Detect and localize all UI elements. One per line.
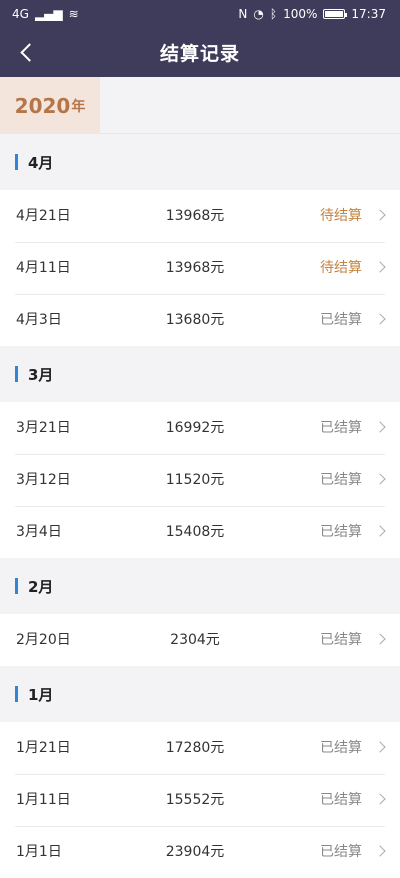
year-selector: 2020 年 bbox=[0, 77, 400, 134]
signal-icon: ▂▄▆ bbox=[34, 7, 63, 21]
month-label: 1月 bbox=[28, 685, 54, 704]
settlement-row[interactable]: 1月21日 17280元 已结算 bbox=[0, 722, 400, 774]
chevron-right-icon bbox=[374, 421, 386, 433]
settlement-amount: 13680元 bbox=[165, 312, 225, 328]
month-header: 4月 bbox=[0, 134, 400, 190]
month-group: 4月21日 13968元 待结算 4月11日 13968元 待结算 4月3日 13680元 已结… bbox=[0, 190, 400, 346]
chevron-left-icon bbox=[19, 42, 39, 62]
status-bar: 4G ▂▄▆ ≋ N ◔ ᛒ 100% 17:37 bbox=[0, 0, 400, 28]
chevron-right-icon bbox=[374, 741, 386, 753]
battery-percent: 100% bbox=[283, 7, 318, 21]
settlement-date: 3月12日 bbox=[16, 472, 71, 488]
chevron-right-icon bbox=[374, 473, 386, 485]
chevron-right-icon bbox=[374, 793, 386, 805]
month-group: 1月21日 17280元 已结算 1月11日 15552元 已结算 1月1日 23904元 已结… bbox=[0, 722, 400, 878]
settlement-date: 3月4日 bbox=[16, 524, 62, 540]
settlement-amount: 13968元 bbox=[165, 208, 225, 224]
chevron-right-icon bbox=[374, 633, 386, 645]
settlement-amount: 16992元 bbox=[165, 420, 225, 436]
month-header: 1月 bbox=[0, 666, 400, 722]
chevron-right-icon bbox=[374, 261, 386, 273]
settlement-status: 已结算 bbox=[320, 740, 362, 756]
month-marker bbox=[15, 154, 18, 170]
year-tab-2020[interactable]: 2020 年 bbox=[0, 77, 100, 134]
clock: 17:37 bbox=[351, 7, 386, 21]
nav-bar: 结算记录 bbox=[0, 28, 400, 77]
settlement-row[interactable]: 4月11日 13968元 待结算 bbox=[0, 242, 400, 294]
chevron-right-icon bbox=[374, 525, 386, 537]
bluetooth-icon: ᛒ bbox=[269, 7, 278, 21]
alarm-icon: ◔ bbox=[253, 7, 264, 21]
settlement-date: 1月21日 bbox=[16, 740, 71, 756]
settlement-date: 3月21日 bbox=[16, 420, 71, 436]
settlement-date: 1月1日 bbox=[16, 844, 62, 860]
month-marker bbox=[15, 686, 18, 702]
wifi-icon: ≋ bbox=[68, 7, 79, 21]
month-label: 3月 bbox=[28, 365, 54, 384]
month-group: 2月20日 2304元 已结算 bbox=[0, 614, 400, 666]
settlement-amount: 2304元 bbox=[170, 632, 220, 648]
settlement-amount: 13968元 bbox=[165, 260, 225, 276]
settlement-status: 已结算 bbox=[320, 312, 362, 328]
settlement-amount: 11520元 bbox=[165, 472, 225, 488]
month-label: 4月 bbox=[28, 153, 54, 172]
month-header: 2月 bbox=[0, 558, 400, 614]
month-label: 2月 bbox=[28, 577, 54, 596]
settlement-row[interactable]: 4月3日 13680元 已结算 bbox=[0, 294, 400, 346]
network-indicator: 4G bbox=[12, 7, 29, 21]
top-bar: 4G ▂▄▆ ≋ N ◔ ᛒ 100% 17:37 结算记录 bbox=[0, 0, 400, 77]
year-number: 2020 bbox=[14, 93, 71, 118]
year-unit: 年 bbox=[71, 98, 86, 115]
settlement-status: 待结算 bbox=[320, 260, 362, 276]
settlement-amount: 15552元 bbox=[165, 792, 225, 808]
month-group: 3月21日 16992元 已结算 3月12日 11520元 已结算 3月4日 15408元 已结… bbox=[0, 402, 400, 558]
settlement-status: 已结算 bbox=[320, 420, 362, 436]
settlement-date: 4月3日 bbox=[16, 312, 62, 328]
settlement-amount: 23904元 bbox=[165, 844, 225, 860]
settlement-date: 2月20日 bbox=[16, 632, 71, 648]
month-header: 3月 bbox=[0, 346, 400, 402]
settlement-status: 已结算 bbox=[320, 524, 362, 540]
page-title: 结算记录 bbox=[159, 43, 240, 65]
settlement-status: 已结算 bbox=[320, 632, 362, 648]
settlement-status: 已结算 bbox=[320, 472, 362, 488]
settlement-amount: 17280元 bbox=[165, 740, 225, 756]
back-button[interactable] bbox=[14, 38, 39, 66]
settlement-status: 已结算 bbox=[320, 792, 362, 808]
battery-icon bbox=[323, 9, 348, 19]
settlement-date: 4月21日 bbox=[16, 208, 71, 224]
settlement-row[interactable]: 3月12日 11520元 已结算 bbox=[0, 454, 400, 506]
month-marker bbox=[15, 366, 18, 382]
chevron-right-icon bbox=[374, 313, 386, 325]
chevron-right-icon bbox=[374, 209, 386, 221]
settlement-row[interactable]: 3月4日 15408元 已结算 bbox=[0, 506, 400, 558]
settlement-row[interactable]: 1月11日 15552元 已结算 bbox=[0, 774, 400, 826]
settlement-row[interactable]: 4月21日 13968元 待结算 bbox=[0, 190, 400, 242]
settlement-row[interactable]: 3月21日 16992元 已结算 bbox=[0, 402, 400, 454]
settlement-date: 1月11日 bbox=[16, 792, 71, 808]
settlement-row[interactable]: 2月20日 2304元 已结算 bbox=[0, 614, 400, 666]
settlement-status: 待结算 bbox=[320, 208, 362, 224]
settlement-list: 4月 4月21日 13968元 待结算 4月11日 13968元 待结算 4月3日 13680元… bbox=[0, 134, 400, 878]
settlement-date: 4月11日 bbox=[16, 260, 71, 276]
month-marker bbox=[15, 578, 18, 594]
settlement-row[interactable]: 1月1日 23904元 已结算 bbox=[0, 826, 400, 878]
settlement-status: 已结算 bbox=[320, 844, 362, 860]
settlement-amount: 15408元 bbox=[165, 524, 225, 540]
nfc-icon: N bbox=[238, 7, 248, 21]
chevron-right-icon bbox=[374, 845, 386, 857]
